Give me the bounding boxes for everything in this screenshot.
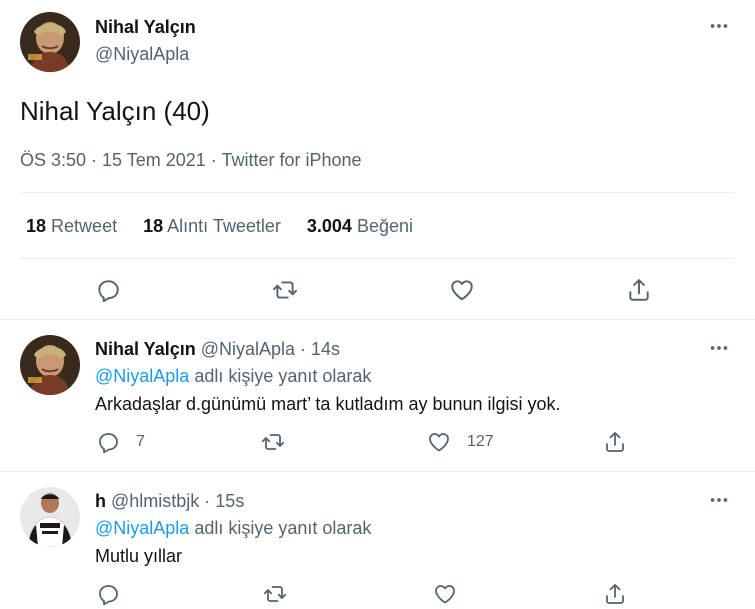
reply-button[interactable] bbox=[96, 582, 120, 606]
more-options-button[interactable] bbox=[705, 338, 733, 358]
retweets-count: 18 bbox=[26, 216, 47, 236]
retweets-stat[interactable]: 18 Retweet bbox=[26, 216, 117, 237]
reply-header: h @hlmistbjk · 15s bbox=[95, 491, 244, 512]
replying-to: @NiyalApla adlı kişiye yanıt olarak bbox=[95, 518, 371, 539]
heart-icon bbox=[429, 433, 449, 452]
like-button[interactable] bbox=[433, 582, 457, 606]
author-handle[interactable]: @NiyalApla · 14s bbox=[201, 339, 340, 359]
like-button[interactable]: 127 bbox=[427, 430, 494, 454]
avatar[interactable] bbox=[20, 487, 80, 547]
likes-count: 3.004 bbox=[306, 216, 352, 236]
reply-icon bbox=[99, 433, 118, 454]
author-handle[interactable]: @hlmistbjk · 15s bbox=[111, 491, 244, 511]
reply-icon bbox=[99, 585, 118, 606]
reply-header: Nihal Yalçın @NiyalApla · 14s bbox=[95, 339, 340, 360]
share-icon bbox=[606, 584, 624, 604]
avatar[interactable] bbox=[20, 335, 80, 395]
mention-link[interactable]: @NiyalApla bbox=[95, 518, 189, 538]
more-horizontal-icon bbox=[710, 346, 728, 350]
more-horizontal-icon bbox=[710, 24, 728, 28]
reply-button[interactable]: 7 bbox=[96, 430, 145, 454]
author-name[interactable]: Nihal Yalçın bbox=[95, 17, 196, 38]
tweet-stats: 18 Retweet 18 Alıntı Tweetler 3.004 Beğe… bbox=[26, 216, 439, 237]
main-tweet: Nihal Yalçın @NiyalApla Nihal Yalçın (40… bbox=[0, 0, 755, 320]
share-button[interactable] bbox=[624, 275, 654, 305]
reply-text: Mutlu yıllar bbox=[95, 546, 183, 566]
reply-count: 7 bbox=[136, 433, 145, 450]
share-icon bbox=[606, 432, 624, 452]
share-icon bbox=[629, 279, 649, 301]
more-options-button[interactable] bbox=[705, 490, 733, 510]
author-handle[interactable]: @NiyalApla bbox=[95, 44, 189, 65]
author-name[interactable]: h bbox=[95, 491, 106, 511]
reply-icon bbox=[98, 280, 119, 303]
reply-tweet[interactable]: h @hlmistbjk · 15s @NiyalApla adlı kişiy… bbox=[0, 472, 755, 609]
tweet-actions bbox=[0, 275, 755, 305]
retweet-icon bbox=[261, 434, 285, 450]
share-button[interactable] bbox=[603, 582, 627, 606]
quotes-count: 18 bbox=[143, 216, 164, 236]
replying-to-label: adlı kişiye yanıt olarak bbox=[189, 518, 372, 538]
reply-button[interactable] bbox=[93, 275, 123, 305]
retweets-label: Retweet bbox=[51, 216, 118, 236]
author-name[interactable]: Nihal Yalçın bbox=[95, 339, 196, 359]
quotes-label: Alıntı Tweetler bbox=[167, 216, 281, 236]
like-button[interactable] bbox=[447, 275, 477, 305]
quotes-stat[interactable]: 18 Alıntı Tweetler bbox=[143, 216, 281, 237]
likes-label: Beğeni bbox=[356, 216, 413, 236]
reply-text: Arkadaşlar d.günümü mart’ ta kutladım ay… bbox=[95, 394, 561, 414]
retweet-button[interactable] bbox=[262, 582, 288, 606]
avatar[interactable] bbox=[20, 12, 80, 72]
replying-to-label: adlı kişiye yanıt olarak bbox=[189, 366, 372, 386]
heart-icon bbox=[451, 280, 473, 301]
retweet-icon bbox=[272, 281, 298, 299]
divider bbox=[20, 258, 735, 259]
tweet-text: Nihal Yalçın (40) bbox=[20, 96, 210, 126]
heart-icon bbox=[435, 585, 455, 604]
likes-stat[interactable]: 3.004 Beğeni bbox=[307, 216, 413, 237]
tweet-meta[interactable]: ÖS 3:50 · 15 Tem 2021 · Twitter for iPho… bbox=[20, 150, 362, 171]
divider bbox=[20, 192, 735, 193]
like-count: 127 bbox=[467, 433, 494, 450]
replying-to: @NiyalApla adlı kişiye yanıt olarak bbox=[95, 366, 371, 387]
mention-link[interactable]: @NiyalApla bbox=[95, 366, 189, 386]
more-horizontal-icon bbox=[710, 498, 728, 502]
reply-tweet[interactable]: Nihal Yalçın @NiyalApla · 14s @NiyalApla… bbox=[0, 320, 755, 472]
more-options-button[interactable] bbox=[705, 16, 733, 36]
retweet-button[interactable] bbox=[260, 430, 286, 454]
retweet-icon bbox=[263, 586, 287, 602]
retweet-button[interactable] bbox=[270, 275, 300, 305]
share-button[interactable] bbox=[603, 430, 627, 454]
